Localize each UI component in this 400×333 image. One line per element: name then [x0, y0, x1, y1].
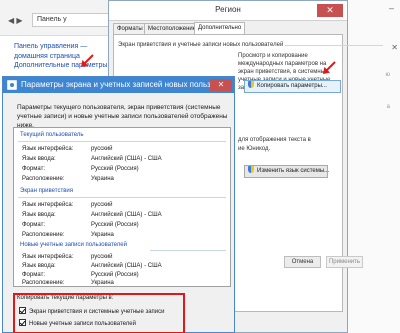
section-heading-welcome-screen: Экран приветствия [20, 188, 74, 194]
row-label: Расположение: [22, 232, 65, 238]
divider [150, 250, 226, 251]
region-titlebar: Регион [109, 1, 347, 21]
divider [18, 141, 226, 142]
row-value: Украина [91, 280, 114, 286]
row-value: Русский (Россия) [91, 272, 139, 278]
copy-settings-label: Копировать параметры... [257, 83, 327, 89]
highlight-box [13, 293, 185, 333]
unicode-text: для отображения текста в [238, 137, 311, 143]
section-heading-new-users: Новые учетные записи пользователей [20, 242, 127, 248]
copy-settings-button[interactable]: Копировать параметры... [244, 80, 341, 93]
edge-text: ю [385, 72, 391, 78]
divider [285, 45, 383, 46]
change-system-locale-button[interactable]: Изменить язык системы... [244, 165, 330, 178]
region-title: Регион [215, 5, 241, 14]
row-label: Расположение: [22, 176, 65, 182]
welcome-group-title: Экран приветствия и учетные записи новых… [118, 42, 284, 48]
row-value: Украина [91, 232, 114, 238]
edge-text: а [386, 104, 390, 110]
row-value: русский [91, 202, 113, 208]
row-label: Расположение: [22, 280, 65, 286]
row-label: Формат: [22, 272, 45, 278]
close-icon[interactable]: ✕ [391, 43, 398, 52]
row-label: Язык интерфейса: [22, 202, 74, 208]
row-label: Язык ввода: [22, 212, 56, 218]
additional-settings-link[interactable]: Дополнительные параметры [14, 62, 107, 69]
dialog-title: Параметры экрана и учетных записей новых… [21, 80, 228, 89]
globe-icon [7, 80, 17, 90]
row-value: Русский (Россия) [91, 222, 139, 228]
row-value: Английский (США) - США [91, 212, 162, 218]
dialog-description: Параметры текущего пользователя, экран п… [17, 104, 228, 129]
change-system-locale-label: Изменить язык системы... [257, 168, 330, 174]
region-cancel-button[interactable]: Отмена [284, 256, 321, 268]
control-panel-right-pane: – ✕ ю а [342, 0, 400, 333]
row-label: Язык интерфейса: [22, 254, 74, 260]
welcome-settings-dialog: Параметры экрана и учетных записей новых… [2, 76, 235, 333]
shield-icon [248, 81, 254, 88]
row-value: Английский (США) - США [91, 156, 162, 162]
back-forward-icon[interactable]: ◀ ▶ [8, 16, 23, 25]
section-heading-current-user: Текущий пользователь [20, 132, 84, 138]
shield-icon [248, 166, 254, 173]
row-label: Язык ввода: [22, 156, 56, 162]
row-value: Русский (Россия) [91, 166, 139, 172]
row-value: русский [91, 146, 113, 152]
row-label: Формат: [22, 166, 45, 172]
region-apply-button[interactable]: Применить [326, 256, 363, 268]
unicode-text: ие Юникод. [238, 146, 271, 152]
region-close-button[interactable]: ✕ [317, 4, 343, 17]
row-value: Английский (США) - США [91, 263, 162, 269]
row-label: Язык интерфейса: [22, 146, 74, 152]
dialog-titlebar: Параметры экрана и учетных записей новых… [3, 77, 234, 93]
settings-list[interactable]: Текущий пользователь Язык интерфейса: ру… [13, 127, 231, 287]
row-value: Украина [91, 176, 114, 182]
row-label: Формат: [22, 222, 45, 228]
minimize-icon[interactable]: – [389, 3, 394, 13]
row-label: Язык ввода: [22, 263, 56, 269]
divider [18, 197, 226, 198]
address-bar[interactable]: Панель у [32, 13, 112, 27]
dialog-close-button[interactable]: ✕ [210, 79, 232, 91]
row-value: русский [91, 254, 113, 260]
